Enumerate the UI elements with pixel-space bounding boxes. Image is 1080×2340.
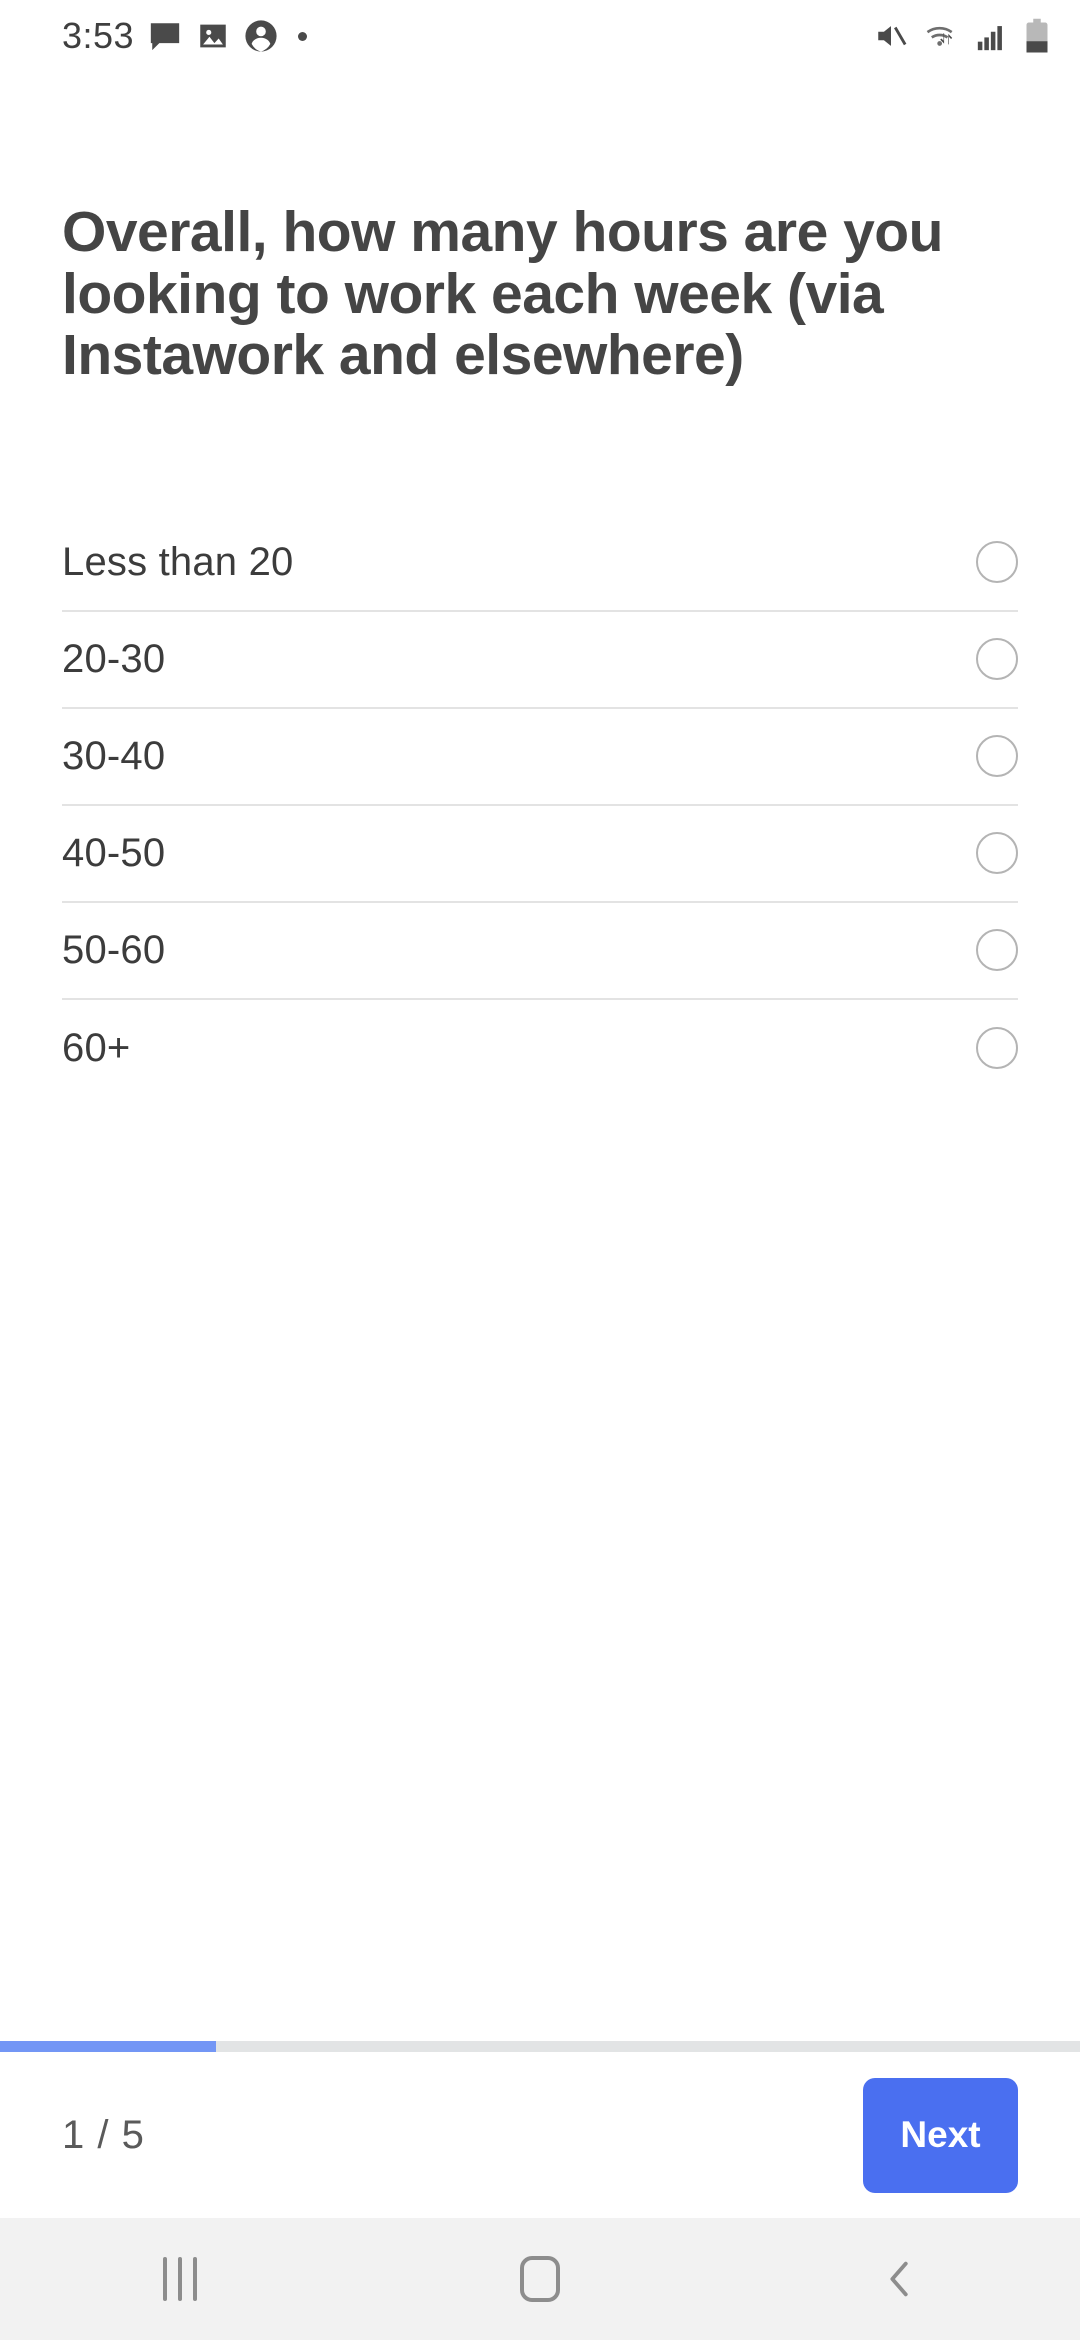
- status-bar: 3:53: [0, 0, 1080, 72]
- radio-button[interactable]: [976, 832, 1018, 875]
- next-button[interactable]: Next: [863, 2077, 1018, 2193]
- progress-bar-fill: [0, 2041, 216, 2052]
- recents-button[interactable]: [100, 2218, 260, 2340]
- dot-indicator-icon: [298, 31, 308, 41]
- status-bar-clock: 3:53: [62, 15, 135, 56]
- back-button[interactable]: [820, 2218, 980, 2340]
- page-counter: 1 / 5: [62, 2112, 145, 2157]
- app-screen: 3:53 Overall, how many hours are you loo…: [0, 0, 1080, 2340]
- back-icon: [890, 2261, 908, 2297]
- option-label: 20-30: [62, 636, 166, 681]
- account-circle-icon: [245, 20, 277, 52]
- wifi-icon: [926, 26, 953, 46]
- status-bar-left: 3:53: [62, 15, 308, 57]
- progress-bar: [0, 2041, 1080, 2052]
- option-label: 50-60: [62, 927, 166, 972]
- option-label: 30-40: [62, 733, 166, 778]
- status-bar-right: [874, 18, 1050, 54]
- option-label: 40-50: [62, 830, 166, 875]
- options-list: Less than 20 20-30 30-40 40-50 50-60 60+: [62, 515, 1018, 1097]
- home-button[interactable]: [460, 2218, 620, 2340]
- radio-button[interactable]: [976, 638, 1018, 681]
- message-icon: [150, 23, 180, 51]
- android-nav-bar: [0, 2218, 1080, 2340]
- question-title: Overall, how many hours are you looking …: [62, 200, 943, 388]
- option-row[interactable]: 50-60: [62, 903, 1018, 1000]
- radio-button[interactable]: [976, 929, 1018, 972]
- footer-bar: 1 / 5 Next: [0, 2052, 1080, 2218]
- radio-button[interactable]: [976, 541, 1018, 584]
- radio-button[interactable]: [976, 1027, 1018, 1070]
- option-label: 60+: [62, 1025, 131, 1070]
- survey-content: Overall, how many hours are you looking …: [0, 72, 1080, 2340]
- option-row[interactable]: 30-40: [62, 709, 1018, 806]
- option-row[interactable]: 20-30: [62, 612, 1018, 709]
- battery-icon: [1026, 18, 1048, 53]
- home-icon: [520, 2256, 560, 2302]
- cellular-signal-icon: [977, 26, 1002, 51]
- option-row[interactable]: 40-50: [62, 806, 1018, 903]
- image-icon: [200, 24, 226, 48]
- radio-button[interactable]: [976, 735, 1018, 778]
- option-row[interactable]: 60+: [62, 1000, 1018, 1097]
- recents-icon: [163, 2257, 197, 2301]
- option-row[interactable]: Less than 20: [62, 515, 1018, 612]
- mute-icon: [878, 26, 907, 46]
- footer: 1 / 5 Next: [0, 2041, 1080, 2218]
- option-label: Less than 20: [62, 539, 294, 584]
